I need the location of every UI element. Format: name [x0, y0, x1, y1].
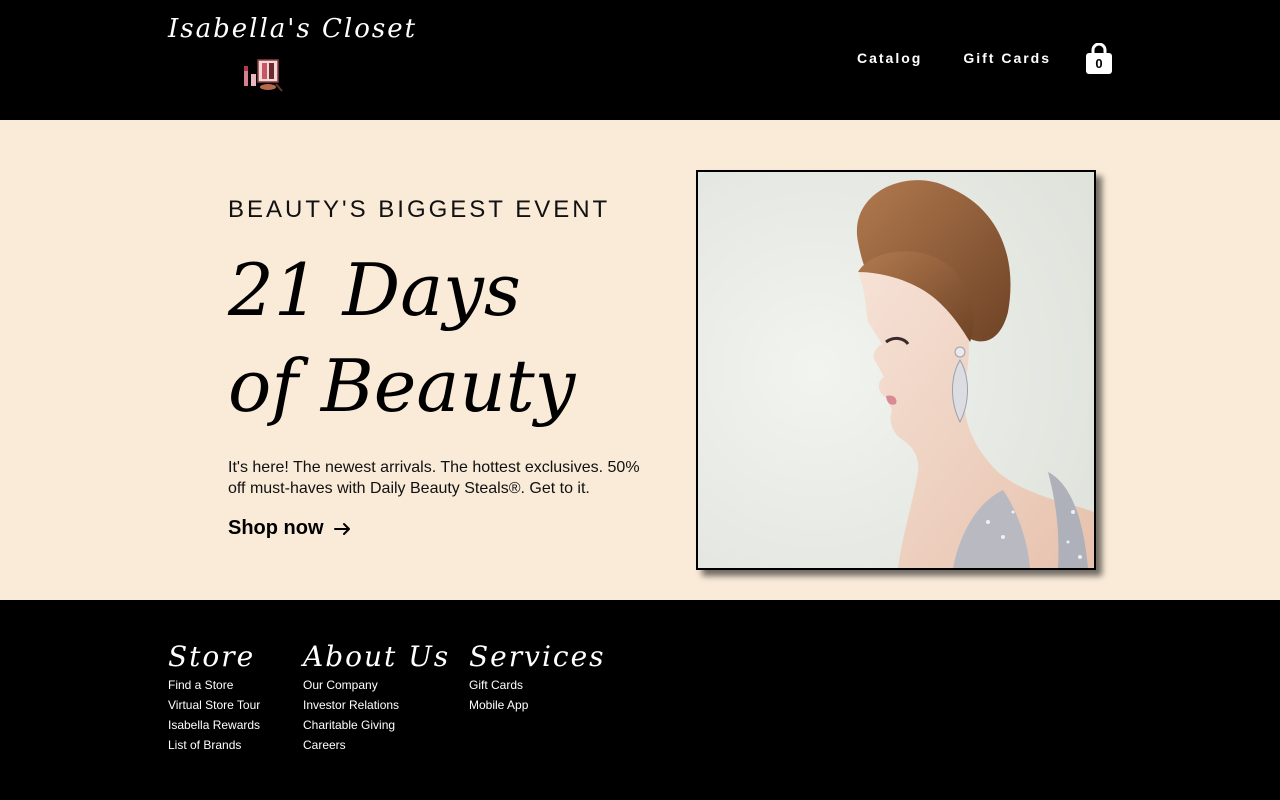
brand-name[interactable]: Isabella's Closet — [168, 14, 415, 44]
footer-column-services: Services Gift Cards Mobile App — [469, 640, 606, 715]
footer-heading-services: Services — [469, 640, 606, 673]
hero-eyebrow: BEAUTY'S BIGGEST EVENT — [228, 196, 611, 223]
hero-headline: 21 Days of Beauty — [228, 248, 576, 428]
shop-now-link[interactable]: Shop now — [228, 517, 352, 540]
hero-description: It's here! The newest arrivals. The hott… — [228, 459, 640, 497]
arrow-right-icon — [333, 522, 350, 535]
shop-now-label: Shop now — [228, 517, 324, 539]
footer-column-store: Store Find a Store Virtual Store Tour Is… — [168, 640, 260, 755]
hero-banner: BEAUTY'S BIGGEST EVENT 21 Days of Beauty… — [0, 120, 1280, 600]
site-footer: Store Find a Store Virtual Store Tour Is… — [0, 600, 1280, 800]
cart-button[interactable]: 0 — [1085, 42, 1113, 75]
footer-link-isabella-rewards[interactable]: Isabella Rewards — [168, 715, 260, 735]
footer-link-gift-cards[interactable]: Gift Cards — [469, 675, 606, 695]
main-nav: Catalog Gift Cards — [857, 50, 1051, 66]
footer-link-list-of-brands[interactable]: List of Brands — [168, 735, 260, 755]
nav-gift-cards[interactable]: Gift Cards — [963, 50, 1051, 66]
makeup-logo-icon — [244, 59, 283, 92]
footer-link-investor-relations[interactable]: Investor Relations — [303, 695, 450, 715]
footer-link-find-a-store[interactable]: Find a Store — [168, 675, 260, 695]
footer-column-about-us: About Us Our Company Investor Relations … — [303, 640, 450, 755]
footer-link-our-company[interactable]: Our Company — [303, 675, 450, 695]
nav-catalog[interactable]: Catalog — [857, 50, 922, 66]
hero-model-photo — [696, 170, 1096, 570]
footer-link-virtual-store-tour[interactable]: Virtual Store Tour — [168, 695, 260, 715]
footer-link-charitable-giving[interactable]: Charitable Giving — [303, 715, 450, 735]
footer-link-mobile-app[interactable]: Mobile App — [469, 695, 606, 715]
footer-link-careers[interactable]: Careers — [303, 735, 450, 755]
site-header: Isabella's Closet Catalog Gift Cards 0 — [0, 0, 1280, 120]
footer-heading-about-us: About Us — [303, 640, 451, 673]
footer-heading-store: Store — [168, 640, 256, 673]
cart-count: 0 — [1095, 56, 1103, 71]
brand[interactable]: Isabella's Closet — [168, 14, 415, 92]
